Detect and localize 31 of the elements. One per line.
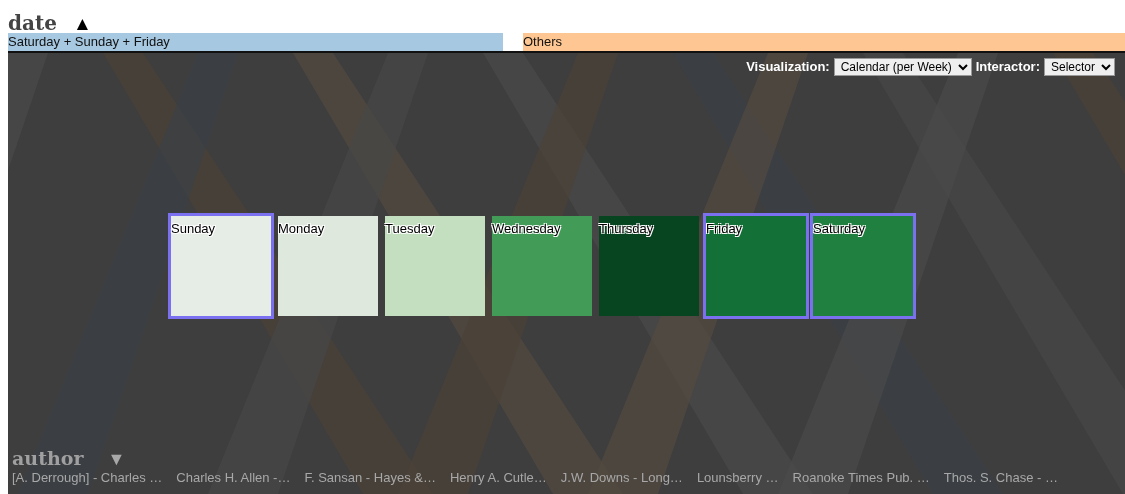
day-label: Wednesday	[492, 222, 561, 235]
day-label: Friday	[706, 222, 743, 235]
dropdown[interactable]: Selector	[1044, 58, 1115, 76]
category-label[interactable]: Lounsberry …	[696, 468, 779, 488]
category-label[interactable]: Roanoke Times Pub. …	[792, 468, 930, 488]
control-label: Interactor:	[975, 58, 1040, 77]
category-bar[interactable]: Saturday + Sunday + Friday	[8, 33, 503, 51]
day-tile[interactable]: Tuesday	[382, 213, 488, 319]
day-tile[interactable]: Sunday	[168, 213, 274, 319]
category-bar[interactable]: Others	[523, 33, 1125, 51]
day-tile[interactable]: Monday	[275, 213, 381, 319]
day-label: Monday	[278, 222, 325, 235]
day-label: Sunday	[171, 222, 216, 235]
dimension-title: date	[8, 13, 57, 33]
day-label: Tuesday	[385, 222, 435, 235]
category-label[interactable]: [A. Derrough] - Charles …	[12, 468, 163, 488]
dropdown[interactable]: Calendar (per Week)	[833, 58, 972, 76]
category-label[interactable]: J.W. Downs - Long…	[560, 468, 683, 488]
dimension-title: author	[12, 449, 84, 468]
day-tile[interactable]: Friday	[703, 213, 809, 319]
day-tile[interactable]: Wednesday	[489, 213, 595, 319]
day-label: Thursday	[599, 222, 654, 235]
sort-arrow-icon[interactable]: ▼	[107, 450, 126, 468]
day-label: Saturday	[813, 222, 866, 235]
category-label[interactable]: Henry A. Cutle…	[449, 468, 547, 488]
category-label[interactable]: F. Sansan - Hayes &…	[304, 468, 436, 488]
sort-arrow-icon[interactable]: ▲	[72, 14, 92, 33]
control-label: Visualization:	[746, 58, 830, 77]
category-label[interactable]: Thos. S. Chase - …	[943, 468, 1058, 488]
day-tile[interactable]: Saturday	[810, 213, 916, 319]
category-label[interactable]: Charles H. Allen -…	[176, 468, 291, 488]
